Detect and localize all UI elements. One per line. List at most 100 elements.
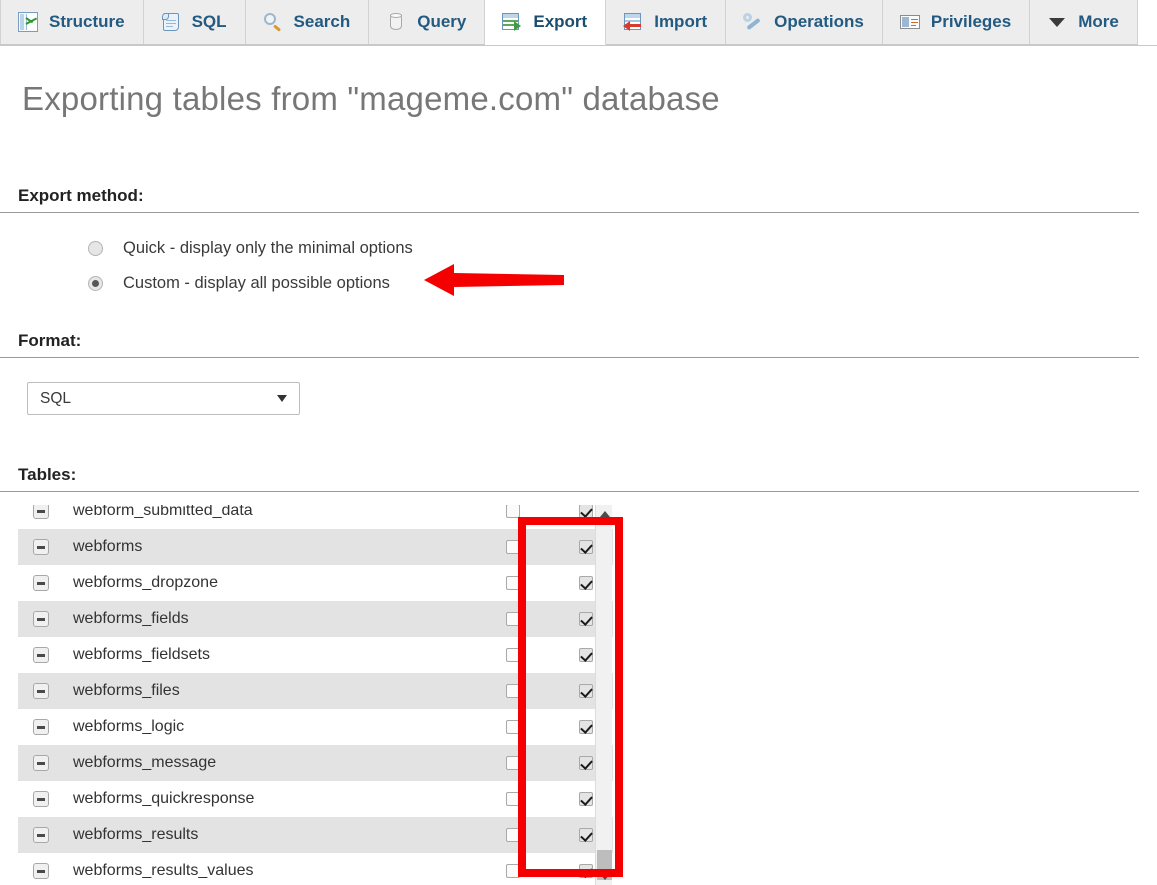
- tab-import[interactable]: Import: [606, 0, 727, 45]
- collapse-icon[interactable]: [33, 755, 49, 771]
- structure-checkbox[interactable]: [506, 648, 520, 662]
- structure-checkbox[interactable]: [506, 576, 520, 590]
- export-method-option-custom[interactable]: Custom - display all possible options: [0, 266, 413, 301]
- structure-checkbox[interactable]: [506, 828, 520, 842]
- privileges-icon: [899, 11, 921, 33]
- tab-label: Query: [417, 12, 467, 31]
- collapse-icon[interactable]: [33, 505, 49, 519]
- scrollbar-up-arrow[interactable]: [596, 505, 613, 522]
- structure-checkbox[interactable]: [506, 864, 520, 878]
- query-icon: [385, 11, 407, 33]
- structure-checkbox[interactable]: [506, 684, 520, 698]
- table-name: webforms_fields: [73, 610, 189, 627]
- format-select[interactable]: SQL: [27, 382, 300, 415]
- chevron-down-icon: [1046, 11, 1068, 33]
- chevron-down-icon: [277, 395, 287, 402]
- format-select-value: SQL: [40, 389, 72, 407]
- data-checkbox[interactable]: [579, 864, 593, 878]
- tables-list: webform_submitted_data webforms webforms_d…: [18, 505, 613, 885]
- collapse-icon[interactable]: [33, 827, 49, 843]
- structure-checkbox[interactable]: [506, 720, 520, 734]
- main-navigation-tabs: Structure SQL Search Query Export Import Opera…: [0, 0, 1157, 46]
- table-row[interactable]: webforms_fieldsets: [18, 637, 613, 673]
- tab-label: More: [1078, 12, 1119, 31]
- table-name: webform_submitted_data: [73, 505, 253, 519]
- structure-checkbox[interactable]: [506, 756, 520, 770]
- table-name: webforms: [73, 538, 143, 555]
- export-method-option-quick[interactable]: Quick - display only the minimal options: [0, 231, 413, 266]
- data-checkbox[interactable]: [579, 756, 593, 770]
- export-method-options: Quick - display only the minimal options…: [0, 231, 413, 301]
- page-title: Exporting tables from "mageme.com" datab…: [22, 80, 720, 117]
- import-icon: [622, 11, 644, 33]
- collapse-icon[interactable]: [33, 719, 49, 735]
- table-name: webforms_logic: [73, 718, 185, 735]
- structure-checkbox[interactable]: [506, 540, 520, 554]
- table-row[interactable]: webforms_files: [18, 673, 613, 709]
- collapse-icon[interactable]: [33, 863, 49, 879]
- tab-structure[interactable]: Structure: [0, 0, 144, 45]
- tab-label: Operations: [774, 12, 864, 31]
- data-checkbox[interactable]: [579, 720, 593, 734]
- scrollbar-down-arrow[interactable]: [596, 868, 613, 885]
- tables-scrollbar[interactable]: [595, 505, 612, 885]
- table-row[interactable]: webforms_results: [18, 817, 613, 853]
- annotation-arrow: [424, 262, 564, 298]
- data-checkbox[interactable]: [579, 684, 593, 698]
- tab-label: Import: [654, 12, 708, 31]
- table-row[interactable]: webforms_dropzone: [18, 565, 613, 601]
- structure-checkbox[interactable]: [506, 792, 520, 806]
- table-name: webforms_files: [73, 682, 180, 699]
- data-checkbox[interactable]: [579, 576, 593, 590]
- tab-export[interactable]: Export: [485, 0, 607, 45]
- collapse-icon[interactable]: [33, 539, 49, 555]
- tab-label: Export: [533, 12, 588, 31]
- data-checkbox[interactable]: [579, 540, 593, 554]
- tab-label: Search: [293, 12, 351, 31]
- radio-button[interactable]: [88, 276, 103, 291]
- table-row[interactable]: webforms_message: [18, 745, 613, 781]
- table-row[interactable]: webforms_quickresponse: [18, 781, 613, 817]
- format-heading: Format:: [0, 331, 1139, 358]
- tab-search[interactable]: Search: [245, 0, 370, 45]
- collapse-icon[interactable]: [33, 791, 49, 807]
- tab-operations[interactable]: Operations: [726, 0, 883, 45]
- collapse-icon[interactable]: [33, 647, 49, 663]
- search-icon: [262, 11, 284, 33]
- table-row[interactable]: webforms_fields: [18, 601, 613, 637]
- table-name: webforms_quickresponse: [73, 790, 255, 807]
- operations-icon: [742, 11, 764, 33]
- tables-heading: Tables:: [0, 465, 1139, 492]
- table-name: webforms_fieldsets: [73, 646, 210, 663]
- table-row[interactable]: webform_submitted_data: [18, 505, 613, 529]
- export-method-heading: Export method:: [0, 186, 1139, 213]
- table-name: webforms_message: [73, 754, 217, 771]
- data-checkbox[interactable]: [579, 792, 593, 806]
- table-name: webforms_results: [73, 826, 199, 843]
- collapse-icon[interactable]: [33, 575, 49, 591]
- format-select-wrapper: SQL: [27, 382, 300, 415]
- radio-button[interactable]: [88, 241, 103, 256]
- table-row[interactable]: webforms_results_values: [18, 853, 613, 885]
- sql-icon: [160, 11, 182, 33]
- table-row[interactable]: webforms: [18, 529, 613, 565]
- structure-icon: [17, 11, 39, 33]
- data-checkbox[interactable]: [579, 828, 593, 842]
- structure-checkbox[interactable]: [506, 612, 520, 626]
- collapse-icon[interactable]: [33, 611, 49, 627]
- tab-more[interactable]: More: [1030, 0, 1138, 45]
- tab-query[interactable]: Query: [369, 0, 486, 45]
- radio-label: Quick - display only the minimal options: [123, 239, 413, 257]
- data-checkbox[interactable]: [579, 648, 593, 662]
- structure-checkbox[interactable]: [506, 505, 520, 518]
- collapse-icon[interactable]: [33, 683, 49, 699]
- radio-label: Custom - display all possible options: [123, 274, 390, 292]
- data-checkbox[interactable]: [579, 612, 593, 626]
- page-content: Exporting tables from "mageme.com" datab…: [0, 46, 1157, 885]
- table-row[interactable]: webforms_logic: [18, 709, 613, 745]
- table-name: webforms_results_values: [73, 862, 254, 879]
- tab-label: Privileges: [930, 12, 1012, 31]
- tab-sql[interactable]: SQL: [143, 0, 246, 45]
- data-checkbox[interactable]: [579, 505, 593, 518]
- tab-privileges[interactable]: Privileges: [882, 0, 1031, 45]
